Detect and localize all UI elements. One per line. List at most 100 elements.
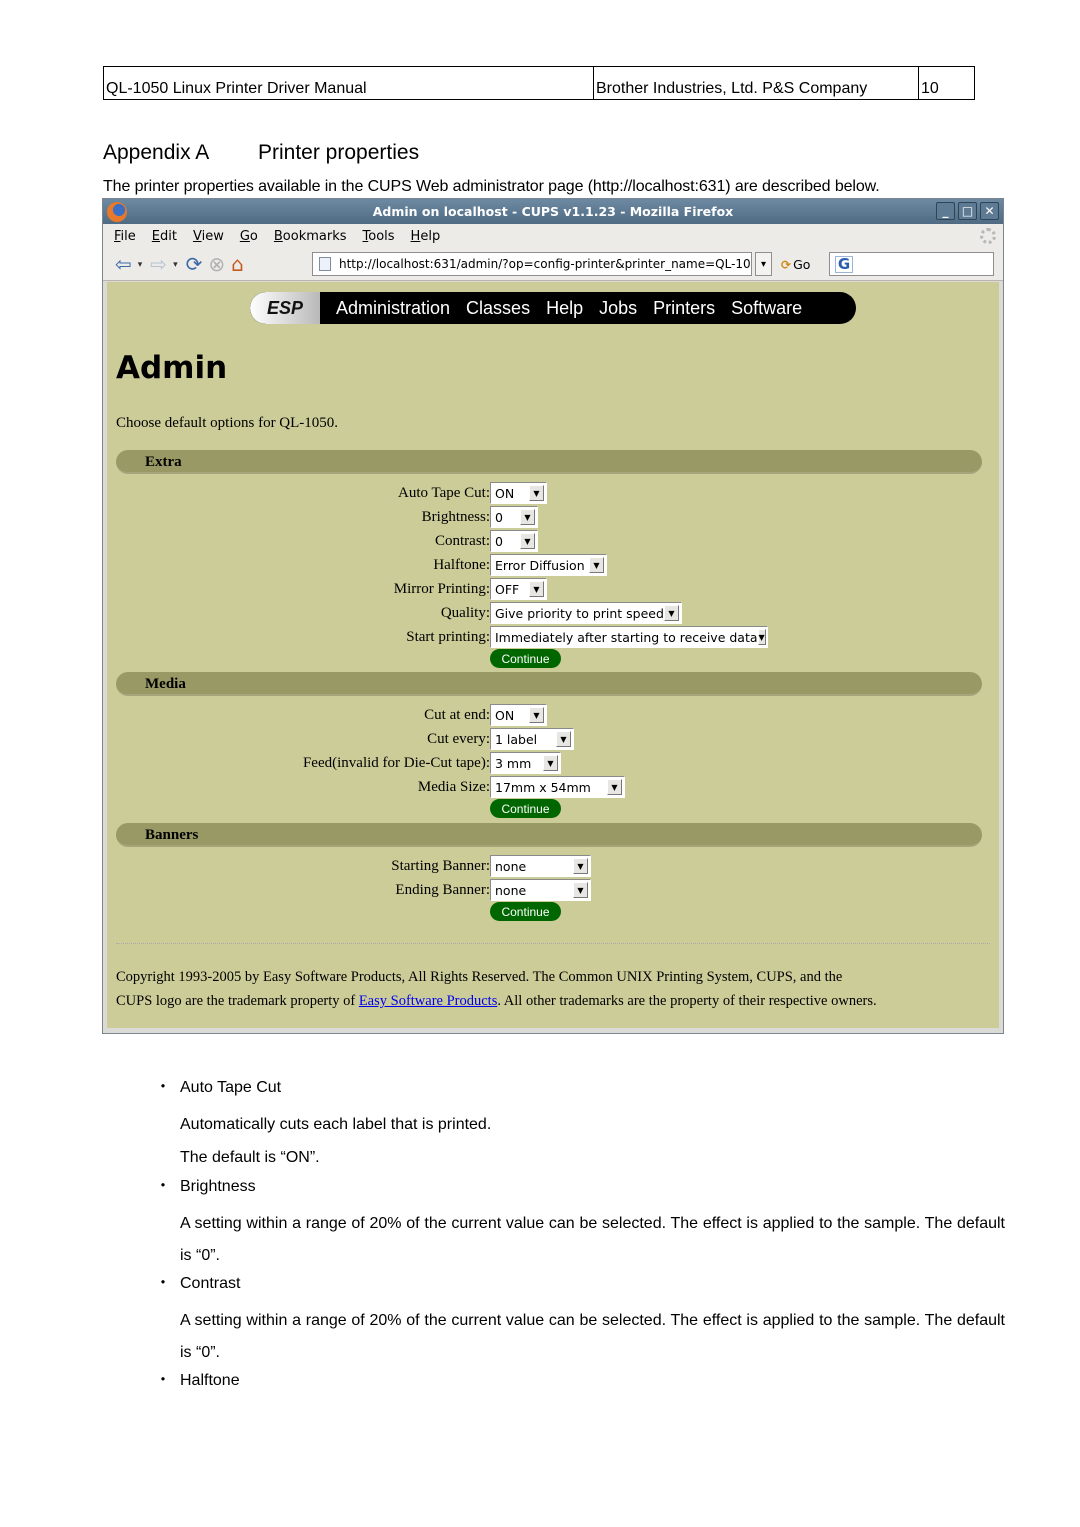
property-description: A setting within a range of 20% of the c…	[180, 1312, 1005, 1361]
start-printing-select[interactable]: Immediately after starting to receive da…	[490, 626, 768, 648]
back-dropdown-icon[interactable]: ▾	[138, 259, 143, 270]
close-button[interactable]: ✕	[980, 202, 999, 220]
contrast-select[interactable]: 0 ▼	[490, 530, 538, 552]
nav-classes[interactable]: Classes	[466, 298, 530, 319]
navigation-toolbar: ⇦ ▾ ⇨ ▾ ⟳ ⊗ ⌂ http://localhost:631/admin…	[103, 248, 1003, 281]
option-row: Quality:	[107, 602, 490, 624]
property-item: ・ Contrast	[155, 1272, 1005, 1305]
browser-window: Admin on localhost - CUPS v1.1.23 - Mozi…	[102, 198, 1004, 1034]
esp-logo[interactable]: ESP	[250, 292, 320, 324]
url-history-dropdown[interactable]: ▾	[755, 252, 772, 276]
bullet-icon: ・	[155, 1372, 172, 1389]
continue-button-banners[interactable]: Continue	[490, 902, 561, 921]
url-text[interactable]: http://localhost:631/admin/?op=config-pr…	[339, 257, 751, 271]
nav-administration[interactable]: Administration	[336, 298, 450, 319]
halftone-select[interactable]: Error Diffusion ▼	[490, 554, 607, 576]
easy-software-products-link[interactable]: Easy Software Products	[359, 993, 498, 1009]
cut-at-end-select[interactable]: ON ▼	[490, 704, 547, 726]
option-row: Ending Banner:	[107, 879, 490, 901]
nav-printers[interactable]: Printers	[653, 298, 715, 319]
dropdown-arrow-icon: ▼	[529, 707, 544, 723]
page-number: 10	[921, 80, 939, 97]
stop-icon[interactable]: ⊗	[208, 252, 225, 276]
option-label: Start printing:	[406, 628, 490, 645]
menu-accel: B	[273, 228, 283, 244]
bullet-icon: ・	[155, 1275, 172, 1292]
company-name: Brother Industries, Ltd. P&S Company	[594, 67, 919, 99]
option-label: Quality:	[440, 604, 490, 621]
menu-help[interactable]: Help	[411, 229, 441, 244]
page-title: Admin	[116, 350, 228, 386]
select-value: ON	[495, 707, 515, 723]
select-value: none	[495, 858, 527, 874]
reload-icon[interactable]: ⟳	[186, 252, 203, 276]
property-item: ・ Auto Tape Cut	[155, 1076, 1005, 1109]
brightness-select[interactable]: 0 ▼	[490, 506, 538, 528]
menu-label: o	[249, 228, 258, 244]
menu-bookmarks[interactable]: Bookmarks	[274, 229, 347, 244]
select-value: none	[495, 882, 527, 898]
menu-go[interactable]: Go	[240, 229, 258, 244]
divider	[116, 943, 990, 944]
menu-label: ile	[120, 228, 136, 244]
option-row: Auto Tape Cut:	[107, 482, 490, 504]
minimize-button[interactable]: _	[936, 202, 955, 220]
option-row: Halftone:	[107, 554, 490, 576]
menu-tools[interactable]: Tools	[363, 229, 395, 244]
section-header-media: Media	[116, 672, 982, 696]
dropdown-arrow-icon: ▼	[757, 629, 766, 645]
feed-select[interactable]: 3 mm ▼	[490, 752, 561, 774]
page-header: QL-1050 Linux Printer Driver Manual Brot…	[103, 66, 975, 100]
intro-text: The printer properties available in the …	[103, 178, 880, 195]
continue-button-extra[interactable]: Continue	[490, 649, 561, 668]
property-description: A setting within a range of 20% of the c…	[180, 1215, 1005, 1264]
search-box[interactable]: G	[829, 252, 994, 276]
url-bar[interactable]: http://localhost:631/admin/?op=config-pr…	[312, 252, 752, 276]
quality-select[interactable]: Give priority to print speed ▼	[490, 602, 682, 624]
select-value: Error Diffusion	[495, 557, 585, 573]
starting-banner-select[interactable]: none ▼	[490, 855, 591, 877]
nav-help[interactable]: Help	[546, 298, 583, 319]
option-label: Contrast:	[435, 532, 490, 549]
nav-software[interactable]: Software	[731, 298, 802, 319]
auto-tape-cut-select[interactable]: ON ▼	[490, 482, 547, 504]
section-title: Extra	[145, 454, 182, 470]
maximize-button[interactable]: □	[958, 202, 977, 220]
ending-banner-select[interactable]: none ▼	[490, 879, 591, 901]
menu-file[interactable]: File	[114, 229, 136, 244]
continue-button-media[interactable]: Continue	[490, 799, 561, 818]
property-item: ・ Halftone	[155, 1369, 1005, 1402]
section-header-extra: Extra	[116, 450, 982, 474]
option-row: Cut at end:	[107, 704, 490, 726]
forward-icon[interactable]: ⇨	[150, 252, 167, 276]
select-value: 1 label	[495, 731, 538, 747]
go-button[interactable]: ⟳ Go	[781, 257, 810, 272]
menu-edit[interactable]: Edit	[152, 229, 177, 244]
dropdown-arrow-icon: ▼	[520, 509, 535, 525]
menu-accel: E	[151, 228, 160, 244]
dropdown-arrow-icon: ▼	[529, 581, 544, 597]
cut-every-select[interactable]: 1 label ▼	[490, 728, 574, 750]
copyright-text-after: . All other trademarks are the property …	[497, 993, 877, 1009]
option-row: Media Size:	[107, 776, 490, 798]
nav-jobs[interactable]: Jobs	[599, 298, 637, 319]
menu-accel: H	[410, 228, 421, 244]
dropdown-arrow-icon: ▼	[573, 858, 588, 874]
appendix-heading: Appendix A Printer properties	[103, 141, 419, 165]
media-size-select[interactable]: 17mm x 54mm ▼	[490, 776, 625, 798]
dropdown-arrow-icon: ▼	[543, 755, 558, 771]
bullet-icon: ・	[155, 1178, 172, 1195]
mirror-printing-select[interactable]: OFF ▼	[490, 578, 547, 600]
select-value: 3 mm	[495, 755, 532, 771]
select-value: Give priority to print speed	[495, 605, 664, 621]
property-item: ・ Brightness	[155, 1175, 1005, 1208]
forward-dropdown-icon[interactable]: ▾	[173, 259, 178, 270]
menu-label: iew	[201, 228, 224, 244]
menu-view[interactable]: View	[193, 229, 224, 244]
google-search-icon[interactable]: G	[835, 255, 853, 273]
home-icon[interactable]: ⌂	[231, 252, 244, 276]
select-value: Immediately after starting to receive da…	[495, 629, 758, 645]
back-icon[interactable]: ⇦	[115, 252, 132, 276]
section-header-banners: Banners	[116, 823, 982, 847]
dropdown-arrow-icon: ▼	[664, 605, 679, 621]
